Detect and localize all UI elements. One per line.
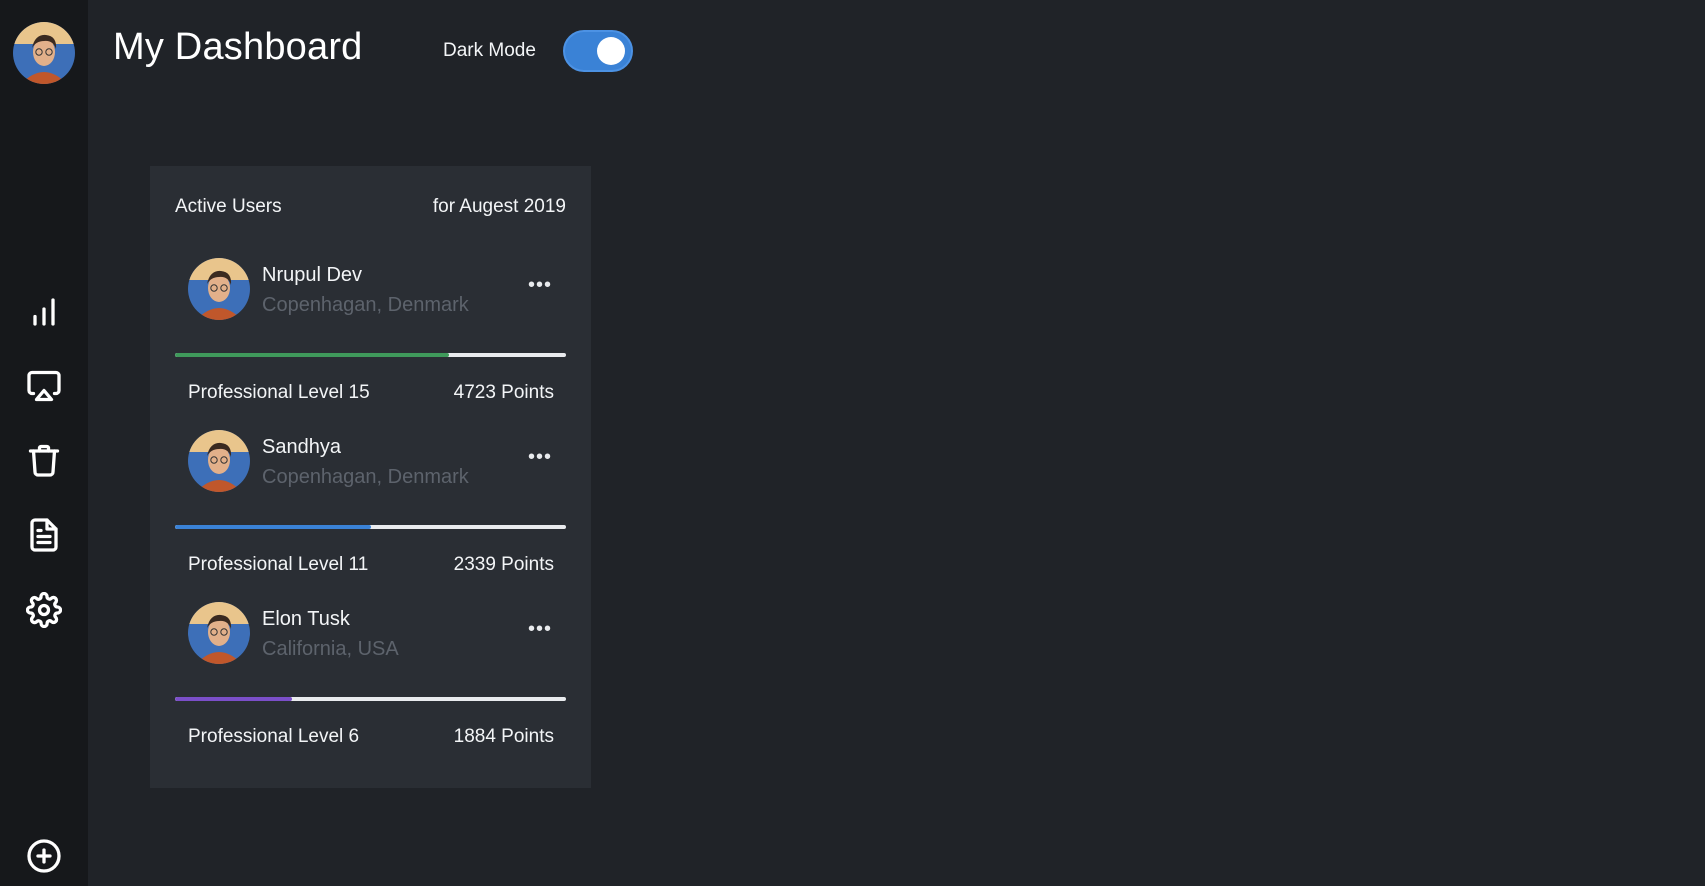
document-icon[interactable] <box>22 513 66 557</box>
progress-fill <box>175 353 449 357</box>
user-points: 4723 Points <box>453 382 554 403</box>
toggle-knob <box>597 37 625 65</box>
user-name: Sandhya <box>262 436 341 458</box>
avatar <box>188 602 250 664</box>
user-name: Nrupul Dev <box>262 264 363 286</box>
gear-icon[interactable] <box>22 588 66 632</box>
user-name: Elon Tusk <box>262 608 350 630</box>
plus-circle-icon[interactable] <box>22 834 66 878</box>
user-item: Nrupul Dev Copenhagan, Denmark ••• Profe… <box>150 258 591 430</box>
avatar <box>188 258 250 320</box>
progress-bar <box>175 697 566 701</box>
more-options-icon[interactable]: ••• <box>528 274 552 297</box>
user-points: 1884 Points <box>453 726 554 747</box>
progress-bar <box>175 525 566 529</box>
user-level: Professional Level 15 <box>188 382 370 403</box>
user-location: Copenhagan, Denmark <box>262 466 469 488</box>
sidebar <box>0 0 88 886</box>
more-options-icon[interactable]: ••• <box>528 618 552 641</box>
user-location: California, USA <box>262 638 399 660</box>
progress-bar <box>175 353 566 357</box>
card-header: Active Users for Augest 2019 <box>175 196 566 218</box>
user-level: Professional Level 6 <box>188 726 360 747</box>
bar-chart-icon[interactable] <box>22 290 66 334</box>
trash-icon[interactable] <box>22 438 66 482</box>
active-users-card: Active Users for Augest 2019 Nrupul Dev … <box>150 166 591 788</box>
progress-fill <box>175 525 371 529</box>
avatar <box>188 430 250 492</box>
user-level: Professional Level 11 <box>188 554 369 575</box>
card-period: for Augest 2019 <box>432 196 566 217</box>
user-item: Elon Tusk California, USA ••• Profession… <box>150 602 591 774</box>
progress-fill <box>175 697 293 701</box>
dark-mode-toggle[interactable] <box>563 30 633 72</box>
airplay-icon[interactable] <box>22 364 66 408</box>
page-title: My Dashboard <box>113 26 363 68</box>
more-options-icon[interactable]: ••• <box>528 446 552 469</box>
dark-mode-label: Dark Mode <box>443 40 536 61</box>
user-location: Copenhagan, Denmark <box>262 294 469 316</box>
profile-avatar[interactable] <box>13 22 75 84</box>
user-points: 2339 Points <box>453 554 554 575</box>
card-title: Active Users <box>175 196 282 217</box>
user-item: Sandhya Copenhagan, Denmark ••• Professi… <box>150 430 591 602</box>
